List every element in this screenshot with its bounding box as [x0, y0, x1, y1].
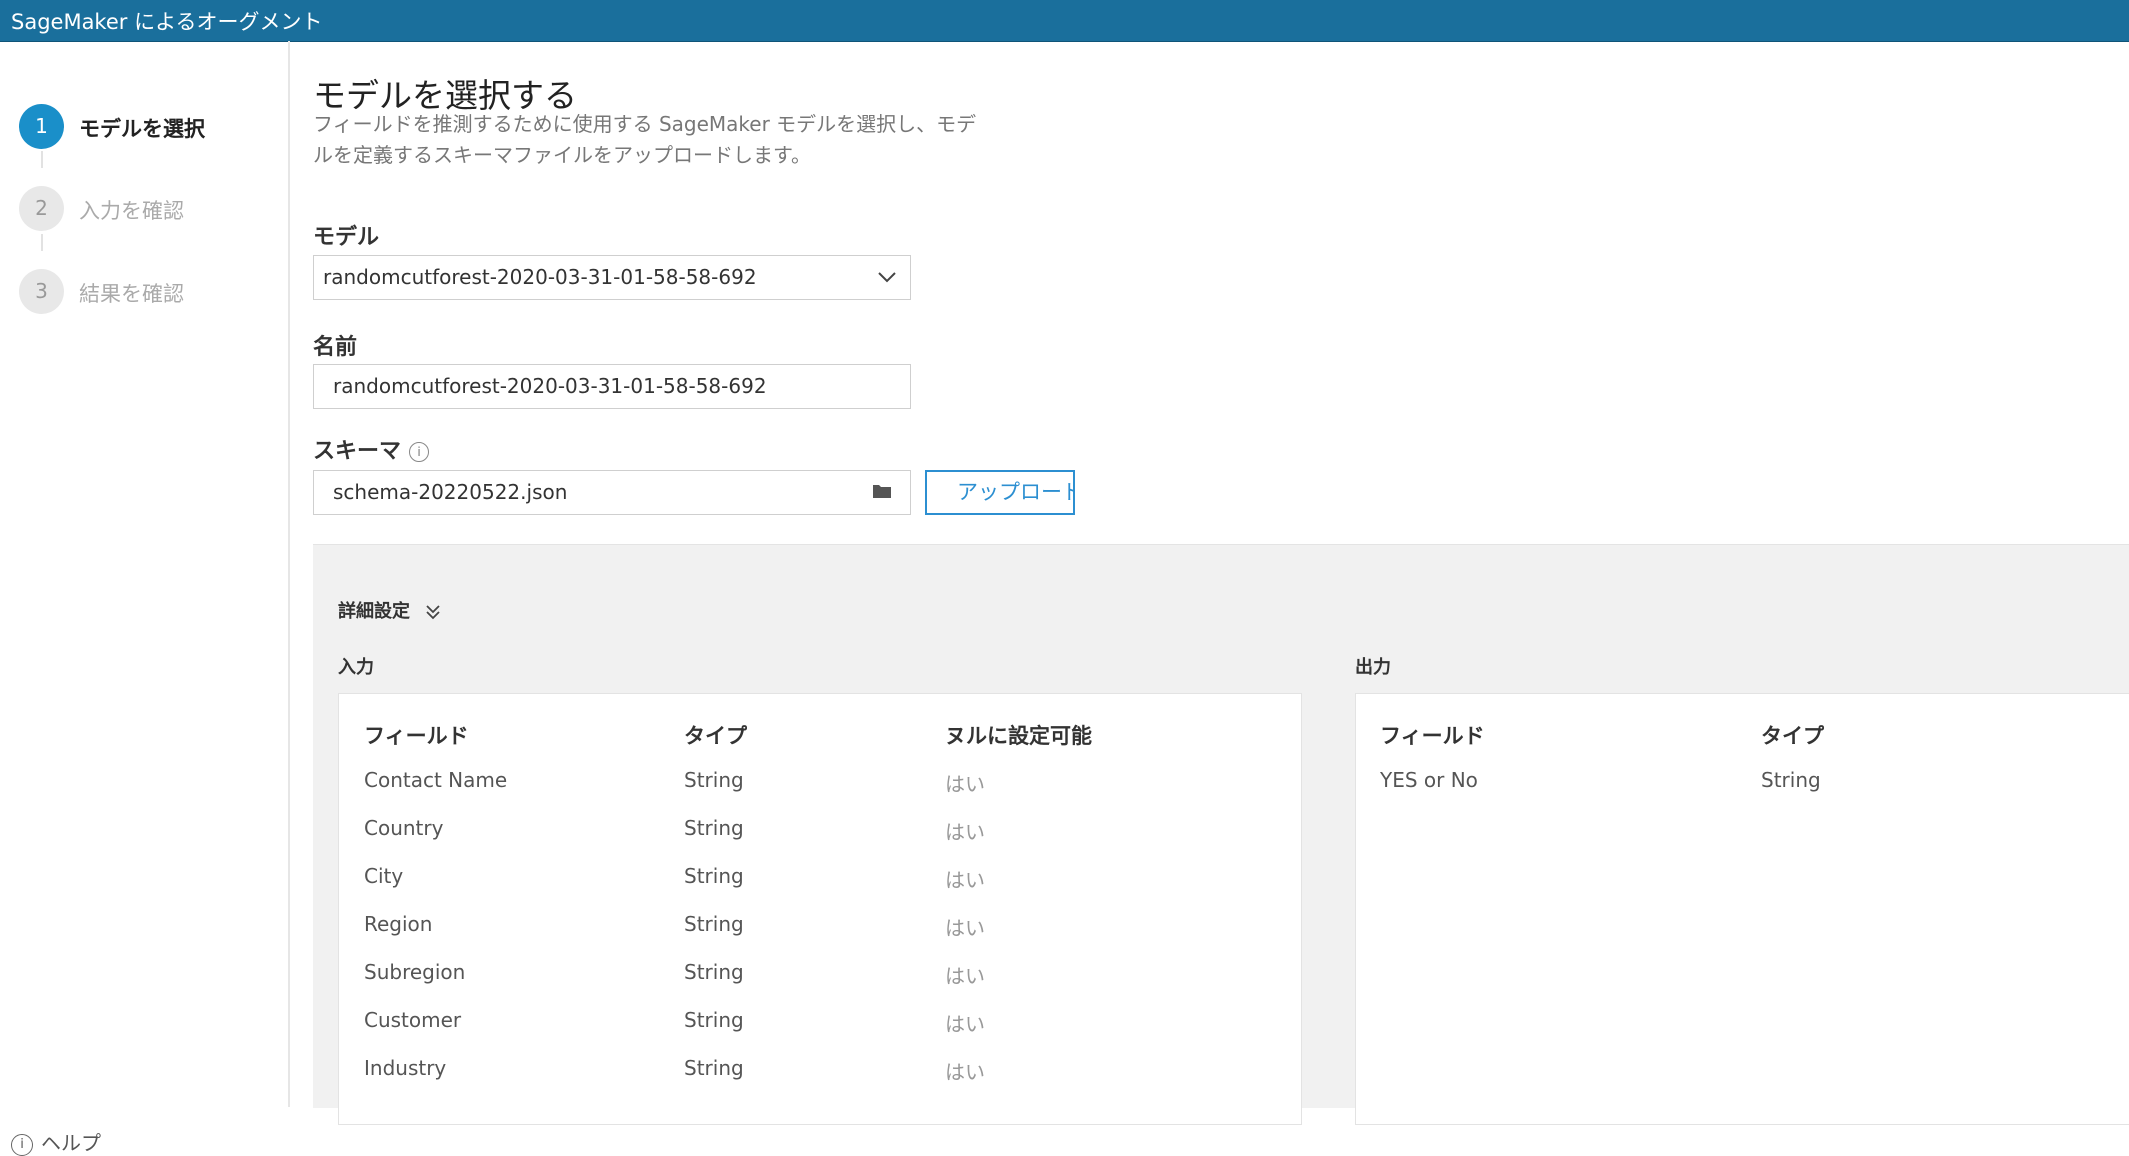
- input-section-label: 入力: [338, 657, 374, 678]
- column-header: フィールド: [364, 724, 469, 748]
- step-number: 2: [19, 186, 64, 231]
- model-label: モデル: [313, 225, 380, 250]
- name-input-value: randomcutforest-2020-03-31-01-58-58-692: [333, 374, 767, 398]
- model-select-value: randomcutforest-2020-03-31-01-58-58-692: [323, 265, 757, 289]
- sidebar: 1 モデルを選択 2 入力を確認 3 結果を確認 i ヘルプ: [0, 41, 290, 1156]
- advanced-settings-panel: 詳細設定 入力 出力 フィールド タイプ ヌルに設定可能 Contact Nam…: [313, 544, 2129, 1125]
- title-bar: SageMaker によるオーグメント: [0, 0, 2129, 42]
- table-row: Region String はい: [364, 912, 985, 940]
- name-input[interactable]: randomcutforest-2020-03-31-01-58-58-692: [313, 364, 911, 409]
- step-label: 入力を確認: [79, 199, 184, 223]
- help-icon: i: [11, 1133, 33, 1156]
- upload-button[interactable]: アップロード: [925, 470, 1075, 515]
- step-connector: [41, 151, 43, 168]
- column-header: タイプ: [1761, 724, 1824, 748]
- info-icon[interactable]: i: [409, 442, 430, 462]
- table-row: YES or No String: [1380, 768, 1821, 792]
- double-chevron-down-icon: [426, 605, 440, 620]
- step-label: 結果を確認: [79, 282, 184, 306]
- help-label: ヘルプ: [41, 1131, 101, 1155]
- table-row: Contact Name String はい: [364, 768, 985, 796]
- app-title: SageMaker によるオーグメント: [11, 10, 323, 34]
- column-header: ヌルに設定可能: [945, 724, 1092, 748]
- table-row: Country String はい: [364, 816, 985, 844]
- output-section-label: 出力: [1355, 657, 1391, 678]
- main-content: モデルを選択する フィールドを推測するために使用する SageMaker モデル…: [313, 41, 2129, 1125]
- table-row: Industry String はい: [364, 1056, 985, 1084]
- name-label: 名前: [313, 335, 358, 360]
- column-header: タイプ: [684, 724, 747, 748]
- column-header: フィールド: [1380, 724, 1485, 748]
- table-row: City String はい: [364, 864, 985, 892]
- schema-file-value: schema-20220522.json: [333, 480, 568, 504]
- step-number: 1: [19, 104, 64, 149]
- page-description: フィールドを推測するために使用する SageMaker モデルを選択し、モデルを…: [313, 112, 977, 167]
- chevron-down-icon: [878, 272, 896, 283]
- schema-file-input[interactable]: schema-20220522.json: [313, 470, 911, 515]
- table-row: Customer String はい: [364, 1008, 985, 1036]
- output-table: フィールド タイプ YES or No String: [1355, 693, 2129, 1125]
- input-table: フィールド タイプ ヌルに設定可能 Contact Name String はい…: [338, 693, 1302, 1125]
- step-number: 3: [19, 269, 64, 314]
- step-connector: [41, 234, 43, 251]
- model-select[interactable]: randomcutforest-2020-03-31-01-58-58-692: [313, 255, 911, 300]
- help-link[interactable]: i ヘルプ: [11, 1127, 101, 1156]
- advanced-settings-toggle[interactable]: 詳細設定: [338, 597, 442, 623]
- schema-label: スキーマ i: [313, 433, 430, 465]
- folder-icon[interactable]: [872, 483, 892, 499]
- step-label: モデルを選択: [79, 117, 205, 141]
- table-row: Subregion String はい: [364, 960, 985, 988]
